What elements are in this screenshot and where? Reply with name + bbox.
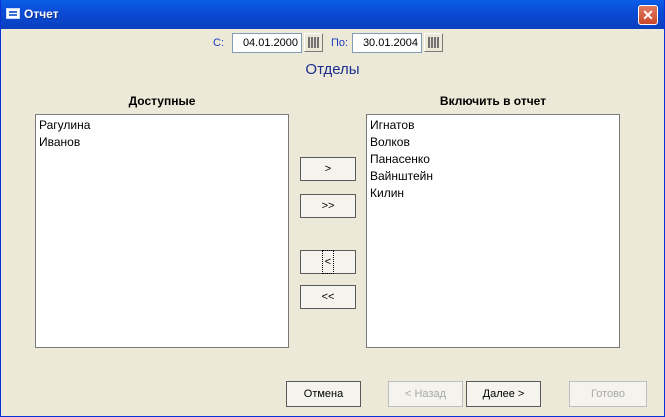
to-date-field[interactable]: 30.01.2004 [352, 33, 422, 53]
available-listbox[interactable]: Рагулина Иванов [35, 114, 289, 348]
list-item[interactable]: Волков [370, 134, 616, 151]
list-item[interactable]: Иванов [39, 134, 285, 151]
included-title: Включить в отчет [439, 94, 547, 108]
report-dialog: Отчет ✕ С: 04.01.2000 По: 30.01.2004 Отд… [0, 0, 665, 417]
add-all-label: >> [321, 200, 335, 212]
window-title: Отчет [24, 7, 59, 21]
add-one-button[interactable]: > [300, 157, 356, 181]
back-button[interactable]: < Назад [388, 381, 463, 407]
remove-one-button[interactable]: < [300, 250, 356, 274]
from-date-field[interactable]: 04.01.2000 [232, 33, 302, 53]
add-all-button[interactable]: >> [300, 194, 356, 218]
to-calendar-button[interactable] [424, 33, 443, 52]
list-item[interactable]: Вайнштейн [370, 168, 616, 185]
form-icon [6, 8, 20, 19]
list-item[interactable]: Килин [370, 185, 616, 202]
finish-label: Готово [591, 388, 625, 400]
from-date-label: С: [213, 37, 224, 49]
list-item[interactable]: Панасенко [370, 151, 616, 168]
cancel-label: Отмена [303, 388, 344, 400]
next-button[interactable]: Далее > [466, 381, 541, 407]
list-item[interactable]: Игнатов [370, 117, 616, 134]
remove-all-button[interactable]: << [300, 285, 356, 309]
add-one-label: > [324, 163, 332, 175]
to-date-label: По: [331, 37, 349, 49]
cancel-button[interactable]: Отмена [286, 381, 361, 407]
title-bar[interactable]: Отчет ✕ [1, 0, 664, 29]
remove-one-label: < [321, 250, 335, 274]
from-calendar-button[interactable] [304, 33, 323, 52]
back-label: < Назад [405, 388, 446, 400]
close-button[interactable]: ✕ [638, 5, 658, 25]
included-listbox[interactable]: Игнатов Волков Панасенко Вайнштейн Килин [366, 114, 620, 348]
remove-all-label: << [321, 291, 335, 303]
section-title: Отделы [305, 61, 360, 78]
finish-button[interactable]: Готово [569, 381, 647, 407]
close-icon: ✕ [642, 7, 654, 23]
list-item[interactable]: Рагулина [39, 117, 285, 134]
available-title: Доступные [128, 94, 196, 108]
next-label: Далее > [482, 388, 525, 400]
